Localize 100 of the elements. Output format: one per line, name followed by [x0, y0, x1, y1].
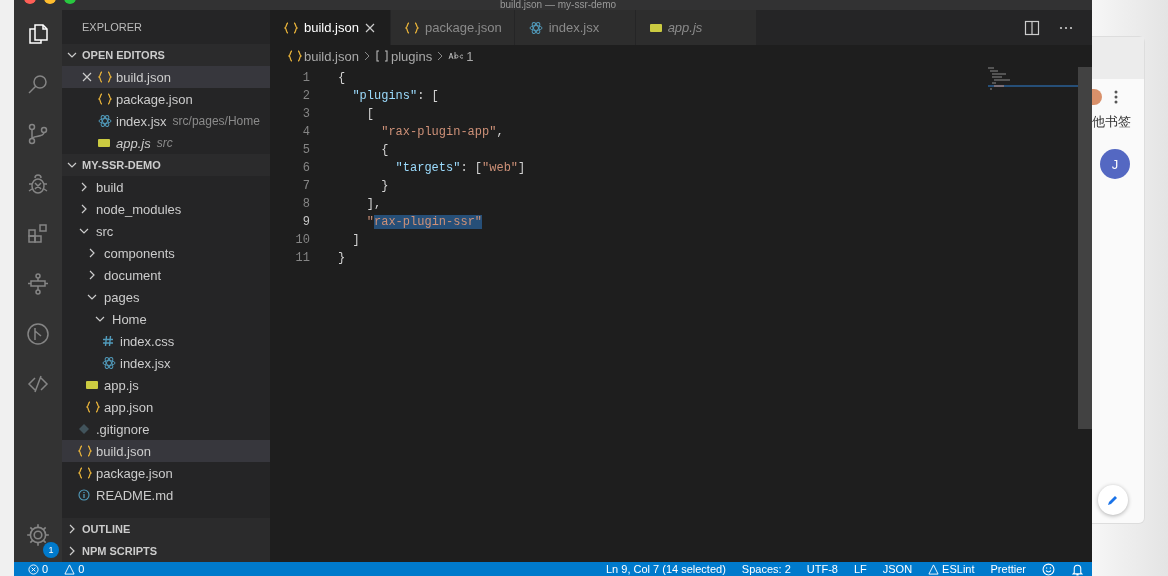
braces-icon: [284, 21, 298, 34]
code-line: {: [338, 71, 346, 85]
smiley-icon[interactable]: [1042, 562, 1055, 576]
file-name: src: [96, 223, 114, 239]
tree-item[interactable]: index.jsx: [62, 352, 270, 374]
tree-item[interactable]: app.js: [62, 374, 270, 396]
breadcrumb[interactable]: build.json: [288, 48, 359, 64]
search-icon[interactable]: [26, 72, 50, 96]
open-editor-item[interactable]: build.json: [62, 66, 270, 88]
braces-icon: [78, 467, 92, 479]
kebab-menu-icon[interactable]: [1114, 90, 1118, 104]
code-line: "rax-plugin-ssr": [365, 215, 483, 229]
split-editor-icon[interactable]: [1024, 19, 1040, 36]
brackets-icon: [374, 50, 389, 62]
line-number: 8: [301, 197, 310, 211]
edit-button[interactable]: [1098, 485, 1128, 515]
tree-item[interactable]: build.json: [62, 440, 270, 462]
user-avatar[interactable]: J: [1100, 149, 1130, 179]
braces-icon: [98, 71, 112, 83]
flowchart-icon[interactable]: [26, 272, 50, 296]
pencil-icon: [1107, 494, 1119, 506]
section-header[interactable]: NPM SCRIPTS: [62, 540, 270, 562]
editor-tab[interactable]: index.jsx: [514, 10, 636, 45]
section-header[interactable]: MY-SSR-DEMO: [62, 154, 270, 176]
script-file-icon: [98, 138, 110, 148]
diamond-icon: [78, 423, 90, 435]
braces-icon: [86, 401, 100, 413]
script-file-icon: [649, 22, 662, 33]
settings-icon[interactable]: [25, 522, 51, 548]
editor-tab[interactable]: app.js: [635, 10, 757, 45]
tree-item[interactable]: build: [62, 176, 270, 198]
merge-circle-icon[interactable]: [26, 322, 50, 346]
section-header[interactable]: OPEN EDITORS: [62, 44, 270, 66]
minimap-drawing[interactable]: [988, 66, 1078, 92]
status-item[interactable]: Ln 9, Col 7 (14 selected): [605, 563, 726, 575]
section-header[interactable]: OUTLINE: [62, 518, 270, 540]
breadcrumb[interactable]: 1: [448, 48, 474, 64]
script-file-icon: [86, 380, 98, 390]
code-line: }: [380, 179, 389, 193]
status-item[interactable]: Prettier: [990, 563, 1026, 575]
tree-item[interactable]: README.md: [62, 484, 270, 506]
tree-item[interactable]: src: [62, 220, 270, 242]
extensions-icon[interactable]: [26, 222, 50, 246]
scrollbar[interactable]: [1078, 67, 1092, 429]
close-icon[interactable]: [82, 72, 92, 82]
code-line: "rax-plugin-app",: [380, 125, 504, 139]
files-icon[interactable]: [26, 22, 50, 46]
breadcrumb[interactable]: plugins: [374, 48, 433, 64]
bookmark-folder-label[interactable]: 他书签: [1092, 113, 1131, 131]
tree-item[interactable]: app.json: [62, 396, 270, 418]
warning-icon: [928, 563, 940, 575]
file-name: app.js: [116, 135, 151, 151]
open-editor-item[interactable]: app.js src: [62, 132, 270, 154]
bug-icon[interactable]: [26, 172, 50, 196]
line-number: 2: [301, 89, 310, 103]
line-number: 7: [301, 179, 310, 193]
error-icon: [28, 563, 39, 575]
profile-avatar[interactable]: [1092, 89, 1102, 105]
code-line: }: [338, 251, 346, 265]
tree-item[interactable]: index.css: [62, 330, 270, 352]
line-number: 9: [301, 215, 310, 229]
tree-item[interactable]: .gitignore: [62, 418, 270, 440]
status-item[interactable]: LF: [853, 563, 867, 575]
line-number: 3: [301, 107, 310, 121]
line-number: 11: [294, 251, 310, 265]
status-item[interactable]: 0: [28, 563, 49, 575]
close-icon[interactable]: [364, 22, 375, 33]
file-name: build.json: [116, 69, 171, 85]
file-name: app.json: [104, 399, 154, 415]
status-item[interactable]: 0: [64, 563, 85, 575]
file-path: src/pages/Home: [172, 114, 260, 128]
editor-tab[interactable]: package.json: [391, 10, 515, 45]
tree-item[interactable]: package.json: [62, 462, 270, 484]
info-icon: [78, 489, 90, 501]
file-name: index.jsx: [116, 113, 167, 129]
braces-icon: [98, 93, 112, 105]
editor-tab[interactable]: build.json: [270, 10, 391, 45]
atom-icon: [98, 114, 112, 128]
code-line: ]: [351, 233, 360, 247]
tree-item[interactable]: components: [62, 242, 270, 264]
status-item[interactable]: JSON: [882, 563, 913, 575]
open-editor-item[interactable]: package.json: [62, 88, 270, 110]
code-line: [: [365, 107, 374, 121]
tree-item[interactable]: pages: [62, 286, 270, 308]
file-name: package.json: [96, 465, 173, 481]
tree-item[interactable]: document: [62, 264, 270, 286]
code-line: ],: [365, 197, 382, 211]
status-item[interactable]: ESLint: [928, 563, 975, 575]
tree-item[interactable]: node_modules: [62, 198, 270, 220]
open-editor-item[interactable]: index.jsx src/pages/Home: [62, 110, 270, 132]
bell-icon[interactable]: [1071, 562, 1084, 576]
status-item[interactable]: Spaces: 2: [741, 563, 791, 575]
warning-icon: [64, 563, 76, 575]
code-line: "targets": ["web"]: [394, 161, 526, 175]
status-item[interactable]: UTF-8: [806, 563, 838, 575]
file-name: document: [104, 267, 162, 283]
file-path: src: [156, 136, 173, 150]
branch-icon[interactable]: [26, 122, 50, 146]
tree-item[interactable]: Home: [62, 308, 270, 330]
line-number: 10: [294, 233, 310, 247]
